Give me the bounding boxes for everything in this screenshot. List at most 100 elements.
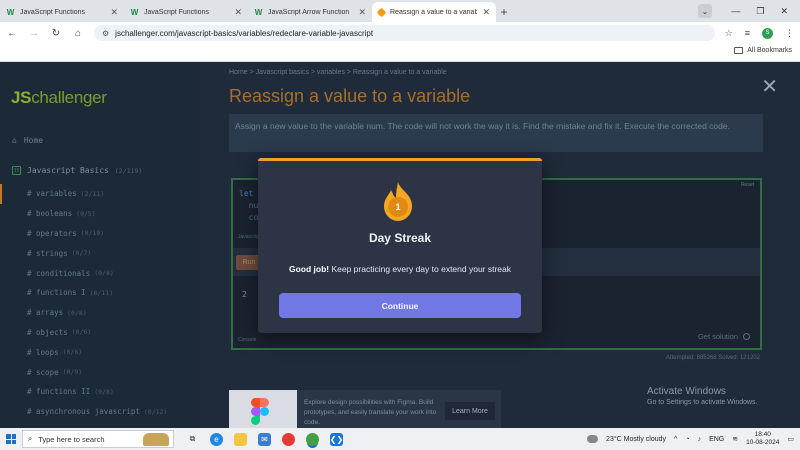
sidebar-item-async[interactable]: # asynchronous javascript (0/12) bbox=[0, 402, 192, 422]
profile-avatar[interactable]: S bbox=[762, 27, 773, 39]
window-controls: — ❐ ✕ bbox=[731, 0, 800, 22]
new-tab-button[interactable]: + bbox=[496, 2, 512, 22]
site-info-icon[interactable]: ⚙ bbox=[102, 29, 109, 38]
page-title: Reassign a value to a variable bbox=[229, 86, 471, 106]
figma-logo-icon bbox=[251, 398, 269, 428]
minimize-icon[interactable]: — bbox=[731, 6, 740, 16]
browser-tab-3[interactable]: W JavaScript Arrow Function ✕ bbox=[248, 2, 372, 22]
console-output: 2 bbox=[242, 290, 247, 299]
house-icon: ⌂ bbox=[12, 136, 17, 145]
cloud-weather-icon bbox=[587, 435, 599, 443]
chrome-icon[interactable] bbox=[282, 432, 295, 446]
sidebar-item-operators[interactable]: # operators (0/19) bbox=[0, 224, 192, 244]
all-bookmarks-label: All Bookmarks bbox=[747, 47, 792, 54]
tab-search-icon[interactable]: ⌄ bbox=[698, 4, 712, 18]
system-tray: 23°C Mostly cloudy ^ ◔ ♪ ENG ≋ 18:40 10-… bbox=[587, 428, 794, 450]
all-bookmarks-button[interactable]: All Bookmarks bbox=[734, 47, 792, 54]
js-category-icon: JS bbox=[12, 166, 21, 175]
back-arrow-icon[interactable]: ← bbox=[6, 28, 18, 39]
chrome-profile-icon[interactable] bbox=[306, 432, 319, 446]
solution-eye-icon bbox=[743, 333, 750, 340]
sidebar-item-conditionals[interactable]: # conditionals (0/8) bbox=[0, 263, 192, 283]
w3schools-favicon-icon: W bbox=[130, 7, 139, 17]
browser-tab-2[interactable]: W JavaScript Functions ✕ bbox=[124, 2, 248, 22]
close-tab-icon[interactable]: ✕ bbox=[234, 7, 242, 18]
close-tab-icon[interactable]: ✕ bbox=[482, 7, 490, 18]
console-label: Console bbox=[238, 337, 257, 343]
file-explorer-icon[interactable] bbox=[234, 432, 247, 446]
close-window-icon[interactable]: ✕ bbox=[780, 6, 788, 17]
volume-icon[interactable]: ♪ bbox=[698, 436, 702, 443]
sidebar-item-strings[interactable]: # strings (0/7) bbox=[0, 243, 192, 263]
bookmark-star-icon[interactable]: ☆ bbox=[725, 28, 733, 39]
language-indicator[interactable]: ENG bbox=[709, 436, 724, 443]
address-bar[interactable]: ⚙ jschallenger.com/javascript-basics/var… bbox=[94, 25, 715, 41]
w3schools-favicon-icon: W bbox=[254, 7, 263, 17]
restore-icon[interactable]: ❐ bbox=[756, 6, 764, 17]
close-tab-icon[interactable]: ✕ bbox=[358, 7, 366, 18]
close-tab-icon[interactable]: ✕ bbox=[110, 7, 118, 18]
sidebar-item-loops[interactable]: # loops (0/6) bbox=[0, 342, 192, 362]
clock[interactable]: 18:40 10-08-2024 bbox=[746, 431, 779, 447]
notification-icon[interactable]: ▭ bbox=[787, 435, 794, 443]
sidebar-home-link[interactable]: ⌂ Home bbox=[12, 136, 43, 145]
sidebar-item-functions-1[interactable]: # functions I (0/11) bbox=[0, 283, 192, 303]
edge-browser-icon[interactable]: e bbox=[210, 432, 223, 446]
media-control-icon[interactable]: ≡ bbox=[745, 28, 750, 38]
browser-tab-1[interactable]: W JavaScript Functions ✕ bbox=[0, 2, 124, 22]
start-button[interactable] bbox=[0, 428, 22, 450]
get-solution-button[interactable]: Get solution bbox=[698, 332, 750, 341]
task-view-icon[interactable]: ⧉ bbox=[186, 433, 199, 446]
close-icon[interactable]: ✕ bbox=[761, 74, 778, 99]
sidebar-item-objects[interactable]: # objects (0/6) bbox=[0, 323, 192, 343]
tab-title: Reassign a value to a variable | bbox=[390, 8, 478, 16]
forward-arrow-icon[interactable]: → bbox=[28, 28, 40, 39]
reset-button[interactable]: Reset bbox=[741, 182, 754, 188]
tab-title: JavaScript Functions bbox=[144, 8, 209, 16]
site-logo[interactable]: JSchallenger bbox=[11, 88, 107, 108]
tray-chevron-icon[interactable]: ^ bbox=[674, 436, 677, 443]
attempt-stats: Attempted: 885268 Solved: 121202 bbox=[665, 355, 760, 361]
browser-toolbar: ← → ↻ ⌂ ⚙ jschallenger.com/javascript-ba… bbox=[0, 22, 800, 44]
vscode-icon[interactable]: ❮❯ bbox=[330, 432, 343, 446]
sidebar-item-booleans[interactable]: # booleans (0/5) bbox=[0, 204, 192, 224]
tab-title: JavaScript Arrow Function bbox=[268, 8, 350, 16]
browser-tabbar: W JavaScript Functions ✕ W JavaScript Fu… bbox=[0, 0, 800, 22]
continue-button[interactable]: Continue bbox=[279, 293, 521, 318]
folder-icon bbox=[734, 47, 744, 54]
network-icon[interactable]: ◔ bbox=[685, 436, 689, 443]
flame-icon: 1 bbox=[378, 180, 418, 222]
browser-tab-active[interactable]: Reassign a value to a variable | ✕ bbox=[372, 2, 496, 22]
sidebar: JSchallenger ⌂ Home JS Javascript Basics… bbox=[0, 62, 192, 428]
sidebar-item-variables[interactable]: # variables (2/11) bbox=[0, 184, 192, 204]
sidebar-item-arrays[interactable]: # arrays (0/8) bbox=[0, 303, 192, 323]
breadcrumb[interactable]: Home > Javascript basics > variables > R… bbox=[229, 69, 447, 76]
windows-taskbar: ⌕ Type here to search ⧉ e ✉ ❮❯ 23°C Most… bbox=[0, 428, 800, 450]
ad-text: Explore design possibilities with Figma.… bbox=[304, 399, 437, 426]
streak-title: Day Streak bbox=[368, 231, 432, 245]
sidebar-item-functions-2[interactable]: # functions II (0/8) bbox=[0, 382, 192, 402]
w3schools-favicon-icon: W bbox=[6, 7, 15, 17]
sidebar-category[interactable]: JS Javascript Basics (2/119) bbox=[12, 166, 142, 175]
streak-count: 1 bbox=[395, 202, 401, 212]
menu-kebab-icon[interactable]: ⋮ bbox=[785, 28, 794, 39]
day-streak-modal: 1 Day Streak Good job! Keep practicing e… bbox=[258, 158, 542, 333]
wifi-icon[interactable]: ≋ bbox=[732, 435, 738, 443]
bookmarks-bar: All Bookmarks bbox=[0, 44, 800, 62]
url-text: jschallenger.com/javascript-basics/varia… bbox=[115, 28, 374, 38]
streak-message: Good job! Keep practicing every day to e… bbox=[288, 264, 512, 274]
tab-title: JavaScript Functions bbox=[20, 8, 85, 16]
mail-icon[interactable]: ✉ bbox=[258, 432, 271, 446]
learn-more-button[interactable]: Learn More bbox=[445, 402, 495, 420]
search-icon: ⌕ bbox=[28, 434, 33, 443]
taskbar-search-box[interactable]: ⌕ Type here to search bbox=[22, 430, 174, 448]
figma-ad-banner[interactable]: Explore design possibilities with Figma.… bbox=[229, 390, 501, 428]
challenge-description: Assign a new value to the variable num. … bbox=[229, 114, 763, 152]
search-highlight-image bbox=[143, 433, 169, 446]
windows-logo-icon bbox=[6, 434, 16, 444]
weather-text[interactable]: 23°C Mostly cloudy bbox=[606, 436, 666, 443]
sidebar-item-scope[interactable]: # scope (0/9) bbox=[0, 362, 192, 382]
activate-windows-watermark: Activate Windows Go to Settings to activ… bbox=[647, 386, 758, 406]
reload-icon[interactable]: ↻ bbox=[50, 28, 62, 39]
home-icon[interactable]: ⌂ bbox=[72, 28, 84, 39]
